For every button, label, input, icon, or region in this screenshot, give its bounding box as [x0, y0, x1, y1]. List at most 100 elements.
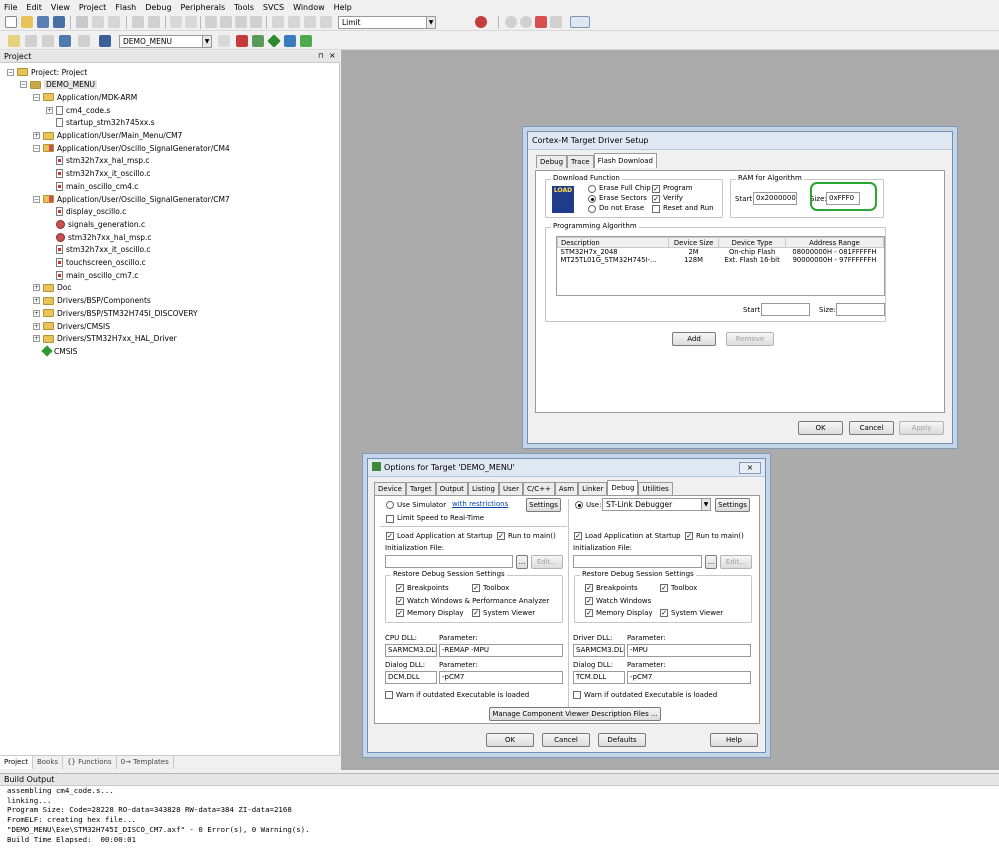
tree-item[interactable]: + Drivers/BSP/STM32H745I_DISCOVERY	[33, 307, 198, 319]
tab-debug[interactable]: Debug	[536, 155, 568, 168]
expand-icon[interactable]: +	[33, 284, 40, 292]
right-load-app-checkbox[interactable]: ✓	[574, 532, 582, 540]
run-time-environment-icon[interactable]	[252, 35, 264, 47]
tree-item[interactable]: CMSIS	[33, 345, 77, 358]
tab-debug[interactable]: Debug	[607, 480, 639, 495]
comment-icon[interactable]	[304, 16, 316, 28]
tree-item[interactable]: + Drivers/STM32H7xx_HAL_Driver	[33, 333, 177, 345]
tree-item[interactable]: + Doc	[33, 282, 72, 294]
do-not-erase-radio[interactable]	[588, 205, 596, 213]
cut-icon[interactable]	[76, 16, 88, 28]
tab-device[interactable]: Device	[374, 482, 406, 495]
right-dialog-param-input[interactable]: -pCM7	[627, 671, 751, 684]
algorithm-list[interactable]: Description Device Size Device Type Address…	[556, 236, 885, 296]
tab-asm[interactable]: Asm	[554, 482, 579, 495]
collapse-icon[interactable]: −	[20, 81, 27, 89]
tree-item[interactable]: stm32h7xx_it_oscillo.c	[46, 244, 150, 256]
erase-sectors-radio[interactable]	[588, 195, 596, 203]
help-button[interactable]: Help	[710, 733, 758, 747]
menu-view[interactable]: View	[51, 3, 70, 12]
copy-icon[interactable]	[92, 16, 104, 28]
tree-item[interactable]: main_oscillo_cm4.c	[46, 180, 138, 192]
tree-item[interactable]: − Application/MDK-ARM	[33, 91, 137, 103]
paste-icon[interactable]	[108, 16, 120, 28]
right-warn-checkbox[interactable]	[573, 691, 581, 699]
rebuild-icon[interactable]	[42, 35, 54, 47]
tree-item[interactable]: signals_generation.c	[46, 218, 145, 230]
menu-tools[interactable]: Tools	[234, 3, 254, 12]
right-breakpoints-checkbox[interactable]: ✓	[585, 584, 593, 592]
tab-user[interactable]: User	[499, 482, 523, 495]
tree-item[interactable]: + cm4_code.s	[46, 104, 110, 116]
save-all-icon[interactable]	[53, 16, 65, 28]
tab-listing[interactable]: Listing	[467, 482, 499, 495]
tab-books[interactable]: Books	[33, 756, 64, 769]
nav-back-icon[interactable]	[170, 16, 182, 28]
build-icon[interactable]	[25, 35, 37, 47]
next-bookmark-icon[interactable]	[235, 16, 247, 28]
close-icon[interactable]: ×	[329, 51, 337, 60]
batch-build-icon[interactable]	[59, 35, 71, 47]
column-header[interactable]: Address Range	[784, 237, 885, 248]
right-edit-button[interactable]: Edit...	[720, 555, 752, 569]
right-toolbox-checkbox[interactable]: ✓	[660, 584, 668, 592]
reset-run-checkbox[interactable]	[652, 205, 660, 213]
tree-item[interactable]: display_oscillo.c	[46, 206, 126, 218]
left-dialog-param-input[interactable]: -pCM7	[439, 671, 563, 684]
left-browse-button[interactable]: ...	[516, 555, 528, 569]
tab-utilities[interactable]: Utilities	[638, 482, 673, 495]
limit-speed-checkbox[interactable]	[386, 515, 394, 523]
expand-icon[interactable]: +	[33, 335, 40, 343]
with-restrictions-link[interactable]: with restrictions	[452, 500, 508, 508]
add-button[interactable]: Add	[672, 332, 716, 346]
bookmark-icon[interactable]	[205, 16, 217, 28]
menu-svcs[interactable]: SVCS	[263, 3, 284, 12]
tree-item[interactable]: touchscreen_oscillo.c	[46, 257, 146, 269]
expand-icon[interactable]: +	[46, 106, 53, 114]
ok-button[interactable]: OK	[798, 421, 843, 435]
defaults-button[interactable]: Defaults	[598, 733, 646, 747]
pack-update-icon[interactable]	[300, 35, 312, 47]
tab-output[interactable]: Output	[435, 482, 468, 495]
column-header[interactable]: Description	[557, 237, 669, 248]
kill-breakpoints-icon[interactable]	[550, 16, 562, 28]
left-sysviewer-checkbox[interactable]: ✓	[472, 609, 480, 617]
program-checkbox[interactable]: ✓	[652, 185, 660, 193]
menu-edit[interactable]: Edit	[26, 3, 42, 12]
save-icon[interactable]	[37, 16, 49, 28]
find-combo[interactable]: Limit ▼	[338, 16, 436, 29]
cpu-dll-input[interactable]: SARMCM3.DLL	[385, 644, 437, 657]
breakpoint-icon[interactable]	[520, 16, 532, 28]
tree-item[interactable]: + Application/User/Main_Menu/CM7	[33, 130, 182, 142]
stop-build-icon[interactable]	[78, 35, 90, 47]
column-header[interactable]: Device Type	[718, 237, 786, 248]
tab-trace[interactable]: Trace	[567, 155, 594, 168]
uncomment-icon[interactable]	[320, 16, 332, 28]
debugger-settings-button[interactable]: Settings	[715, 498, 750, 512]
driver-param-input[interactable]: -MPU	[627, 644, 751, 657]
cancel-button[interactable]: Cancel	[849, 421, 894, 435]
clear-bookmarks-icon[interactable]	[250, 16, 262, 28]
right-run-main-checkbox[interactable]: ✓	[685, 532, 693, 540]
collapse-icon[interactable]: −	[33, 93, 40, 101]
menu-window[interactable]: Window	[293, 3, 325, 12]
new-file-icon[interactable]	[5, 16, 17, 28]
tree-item[interactable]: startup_stm32h745xx.s	[46, 117, 155, 129]
unindent-icon[interactable]	[288, 16, 300, 28]
indent-icon[interactable]	[272, 16, 284, 28]
left-init-file-input[interactable]	[385, 555, 513, 568]
table-row[interactable]: STM32H7x_2048 2M On-chip Flash 08000000H - …	[558, 248, 884, 256]
tab-target[interactable]: Target	[405, 482, 436, 495]
expand-icon[interactable]: +	[33, 322, 40, 330]
select-packs-icon[interactable]	[284, 35, 296, 47]
find-icon[interactable]	[475, 16, 487, 28]
right-watch-checkbox[interactable]: ✓	[585, 597, 593, 605]
tree-item[interactable]: − Project: Project	[7, 66, 87, 78]
left-run-main-checkbox[interactable]: ✓	[497, 532, 505, 540]
tab-flash-download[interactable]: Flash Download	[593, 153, 657, 168]
redo-icon[interactable]	[148, 16, 160, 28]
ram-start-input[interactable]: 0x20000000	[753, 192, 797, 205]
tree-item[interactable]: + Drivers/BSP/Components	[33, 295, 151, 307]
options-ok-button[interactable]: OK	[486, 733, 534, 747]
driver-dll-input[interactable]: SARMCM3.DLL	[573, 644, 625, 657]
